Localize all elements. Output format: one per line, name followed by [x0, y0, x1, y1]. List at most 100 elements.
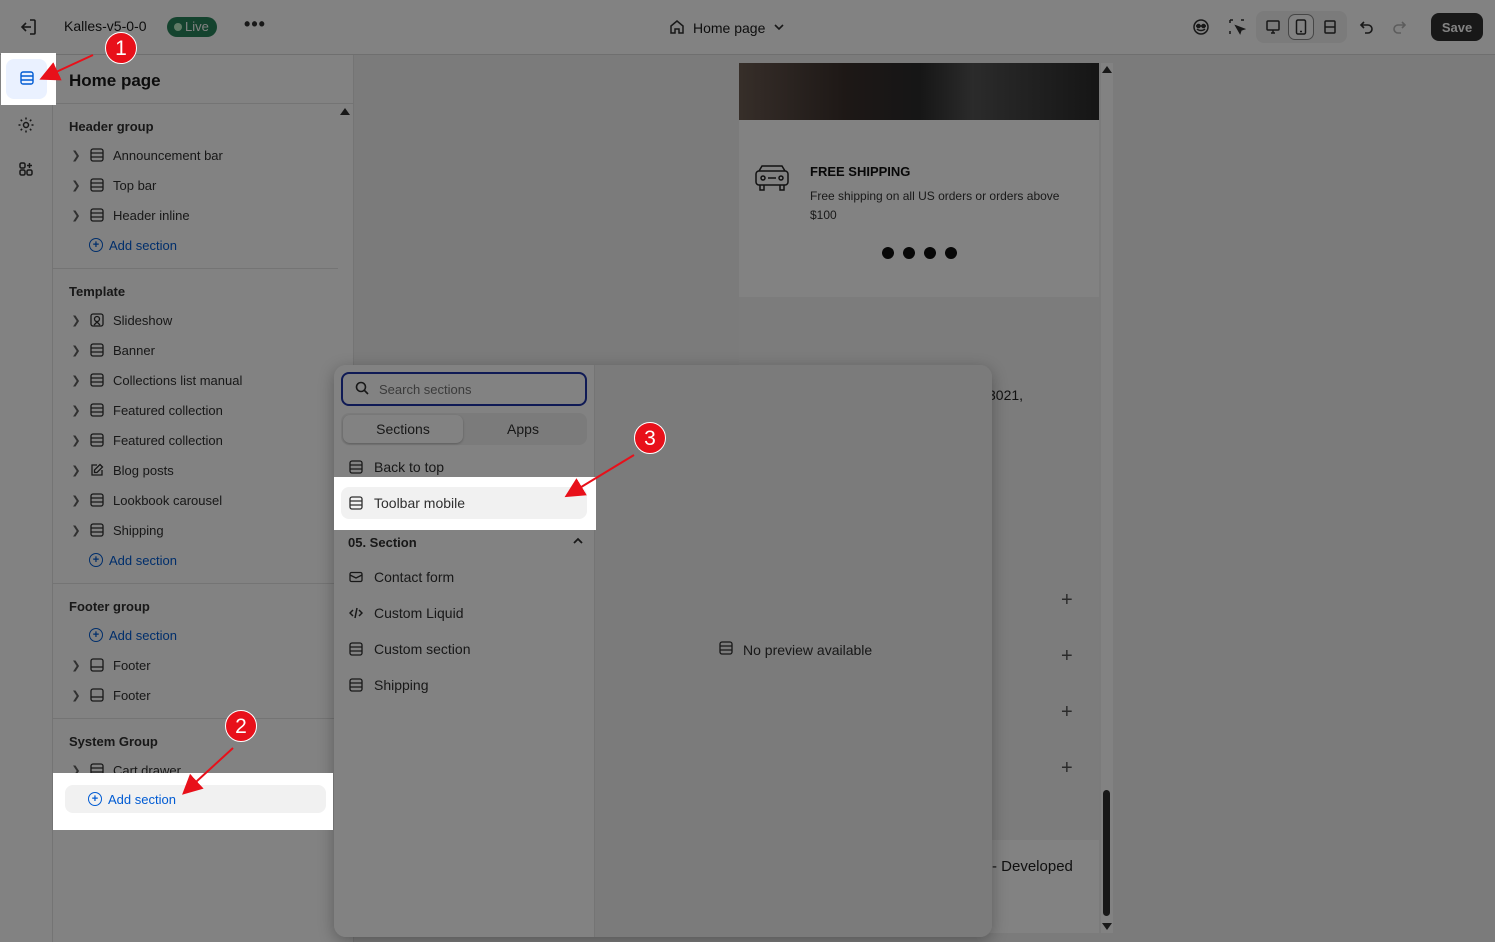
- add-circle-icon: +: [89, 553, 103, 567]
- add-section-footer-group[interactable]: + Add section: [89, 622, 177, 648]
- chevron-right-icon[interactable]: ❯: [69, 524, 83, 537]
- preview-scrollbar[interactable]: [1101, 63, 1113, 933]
- exit-icon[interactable]: [16, 15, 40, 39]
- left-rail: [0, 55, 53, 942]
- chevron-right-icon[interactable]: ❯: [69, 464, 83, 477]
- theme-settings-icon[interactable]: [14, 113, 38, 137]
- chevron-right-icon[interactable]: ❯: [69, 689, 83, 702]
- section-option-toolbar-mobile[interactable]: Toolbar mobile: [341, 487, 587, 519]
- chevron-right-icon[interactable]: ❯: [69, 179, 83, 192]
- scroll-down-arrow[interactable]: [1102, 923, 1112, 930]
- home-icon: [669, 19, 685, 38]
- section-option-contact-form[interactable]: Contact form: [341, 562, 587, 592]
- store-name: Kalles-v5-0-0: [64, 18, 147, 34]
- section-label: Top bar: [113, 177, 157, 193]
- chevron-right-icon[interactable]: ❯: [69, 659, 83, 672]
- apps-icon[interactable]: [14, 157, 38, 181]
- blog-edit-icon: [89, 462, 105, 478]
- sidebar-item-lookbook-carousel[interactable]: ❯ Lookbook carousel: [69, 487, 339, 513]
- section-option-custom-liquid[interactable]: Custom Liquid: [341, 598, 587, 628]
- group-divider: [53, 718, 338, 719]
- scroll-up-arrow[interactable]: [1102, 66, 1112, 73]
- sidebar-item-top-bar[interactable]: ❯ Top bar: [69, 172, 339, 198]
- sidebar-item-banner[interactable]: ❯ Banner: [69, 337, 339, 363]
- section-option-custom-section[interactable]: Custom section: [341, 634, 587, 664]
- section-label: Shipping: [113, 522, 164, 538]
- section-option-shipping[interactable]: Shipping: [341, 670, 587, 700]
- undo-icon[interactable]: [1355, 15, 1379, 39]
- section-icon: [89, 432, 105, 448]
- sidebar-item-featured-collection-2[interactable]: ❯ Featured collection: [69, 427, 339, 453]
- chevron-right-icon[interactable]: ❯: [69, 344, 83, 357]
- tab-sections[interactable]: Sections: [343, 415, 463, 443]
- shipping-text: Free shipping on all US orders or orders…: [810, 189, 1060, 222]
- chevron-down-icon: [773, 20, 785, 36]
- chevron-right-icon[interactable]: ❯: [69, 494, 83, 507]
- sidebar-item-blog-posts[interactable]: ❯ Blog posts: [69, 457, 339, 483]
- plus-icon[interactable]: +: [1061, 589, 1073, 612]
- tab-apps[interactable]: Apps: [463, 415, 583, 443]
- sidebar-item-shipping[interactable]: ❯ Shipping: [69, 517, 339, 543]
- chevron-right-icon[interactable]: ❯: [69, 404, 83, 417]
- section-icon: [719, 641, 733, 658]
- scrollbar-thumb[interactable]: [1103, 790, 1110, 916]
- sidebar-item-collections-list-manual[interactable]: ❯ Collections list manual: [69, 367, 339, 393]
- add-section-popover: Sections Apps Back to top 05. Section Co…: [334, 365, 992, 937]
- plus-icon[interactable]: +: [1061, 645, 1073, 668]
- section-list-panel: Sections Apps Back to top 05. Section Co…: [334, 365, 594, 937]
- device-toggle: [1256, 11, 1347, 43]
- plus-icon[interactable]: +: [1061, 757, 1073, 780]
- sidebar-item-announcement-bar[interactable]: ❯ Announcement bar: [69, 142, 339, 168]
- slideshow-icon: [89, 312, 105, 328]
- sidebar-item-featured-collection[interactable]: ❯ Featured collection: [69, 397, 339, 423]
- chevron-up-icon[interactable]: [572, 535, 584, 550]
- carousel-dot[interactable]: [924, 247, 936, 259]
- top-bar: Kalles-v5-0-0 Live ••• Home page Save: [0, 0, 1495, 55]
- sidebar-item-header-inline[interactable]: ❯ Header inline: [69, 202, 339, 228]
- chevron-right-icon[interactable]: ❯: [69, 209, 83, 222]
- section-label: Banner: [113, 342, 155, 358]
- fullscreen-view-icon[interactable]: [1318, 15, 1342, 39]
- section-label: Footer: [113, 687, 151, 703]
- option-label: Contact form: [374, 569, 455, 585]
- section-label: Lookbook carousel: [113, 492, 223, 508]
- chevron-right-icon[interactable]: ❯: [69, 374, 83, 387]
- chevron-right-icon[interactable]: ❯: [69, 434, 83, 447]
- section-icon: [348, 641, 364, 657]
- search-field[interactable]: [341, 372, 587, 406]
- sections-rail-button[interactable]: [6, 59, 47, 99]
- redo-icon[interactable]: [1387, 15, 1411, 39]
- section-icon: [89, 372, 105, 388]
- page-selector[interactable]: Home page: [669, 17, 785, 39]
- save-button[interactable]: Save: [1431, 13, 1483, 41]
- category-05-section[interactable]: 05. Section: [348, 535, 584, 550]
- search-input[interactable]: [379, 381, 569, 397]
- carousel-dot[interactable]: [945, 247, 957, 259]
- group-title-header: Header group: [69, 119, 154, 134]
- plus-icon[interactable]: +: [1061, 701, 1073, 724]
- carousel-dot[interactable]: [882, 247, 894, 259]
- search-icon: [355, 381, 369, 398]
- select-element-icon[interactable]: [1225, 15, 1249, 39]
- carousel-dot[interactable]: [903, 247, 915, 259]
- preview-inspector-icon[interactable]: [1189, 15, 1213, 39]
- no-preview-label: No preview available: [743, 641, 873, 658]
- sidebar-item-footer-2[interactable]: ❯ Footer: [69, 682, 339, 708]
- option-label: Toolbar mobile: [374, 495, 466, 511]
- chevron-right-icon[interactable]: ❯: [69, 314, 83, 327]
- add-section-label: Add section: [109, 552, 177, 568]
- mobile-view-icon[interactable]: [1289, 15, 1313, 39]
- more-actions-button[interactable]: •••: [244, 15, 266, 37]
- chevron-right-icon[interactable]: ❯: [69, 149, 83, 162]
- desktop-view-icon[interactable]: [1261, 15, 1285, 39]
- scroll-up-arrow[interactable]: [340, 108, 350, 115]
- section-label: Featured collection: [113, 402, 223, 418]
- sidebar-item-slideshow[interactable]: ❯ Slideshow: [69, 307, 339, 333]
- section-icon: [348, 677, 364, 693]
- add-section-label: Add section: [109, 237, 177, 253]
- add-section-template[interactable]: + Add section: [89, 547, 177, 573]
- sidebar-item-footer[interactable]: ❯ Footer: [69, 652, 339, 678]
- add-section-system-group[interactable]: + Add section: [65, 785, 326, 813]
- section-label: Featured collection: [113, 432, 223, 448]
- add-section-header-group[interactable]: + Add section: [89, 232, 177, 258]
